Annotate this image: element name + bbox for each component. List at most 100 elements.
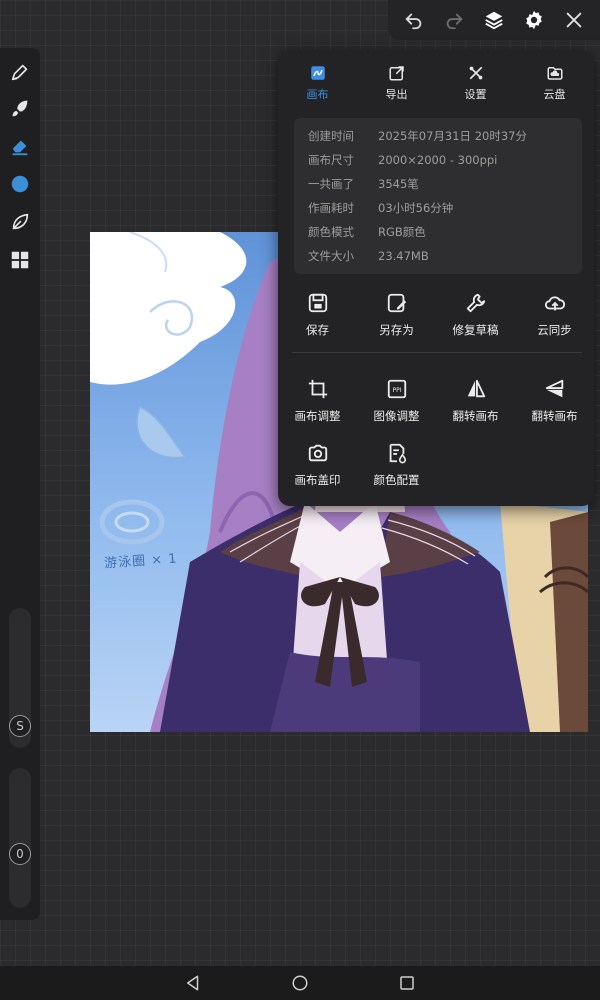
flip-vertical-label: 翻转画布 [531,409,578,423]
smudge-tool[interactable] [6,94,34,122]
leaf-tool[interactable] [6,208,34,236]
tab-export[interactable]: 导出 [357,58,436,108]
action-row-3: 画布盖印 颜色配置 [278,436,594,494]
tab-canvas-label: 画布 [306,88,329,101]
action-row-1: 保存 另存为 修复草稿 云同步 [278,286,594,344]
info-value: 03小时56分钟 [378,201,454,215]
color-profile-label: 颜色配置 [373,473,420,487]
settings-button[interactable] [518,4,550,36]
opacity-label: 0 [16,847,24,861]
close-button[interactable] [558,4,590,36]
panel-divider [292,352,582,353]
save-button[interactable]: 保存 [278,286,357,344]
save-icon [307,292,329,314]
brush-size-label: S [16,719,24,733]
repair-draft-label: 修复草稿 [452,323,499,337]
pen-icon [11,64,28,81]
panel-tabs: 画布 导出 设置 云盘 [278,58,594,108]
image-adjust-button[interactable]: PPI 图像调整 [357,372,436,430]
color-swatch-icon [11,175,29,193]
svg-text:PPI: PPI [392,387,401,394]
tab-cloud-drive-label: 云盘 [543,88,566,101]
gear-icon [526,10,542,30]
top-toolbar [388,0,600,40]
save-label: 保存 [306,323,329,337]
smudge-icon [12,100,28,117]
eraser-tool[interactable] [6,132,34,160]
tab-settings-label: 设置 [464,88,487,101]
gallery-tool[interactable] [6,246,34,274]
undo-icon [405,13,422,30]
save-as-button[interactable]: 另存为 [357,286,436,344]
camera-icon [307,442,329,464]
info-row-created: 创建时间 2025年07月31日 20时37分 [308,124,582,148]
opacity-handle[interactable]: 0 [9,843,31,865]
redo-button[interactable] [438,4,470,36]
color-swatch[interactable] [6,170,34,198]
settings-tools-icon [467,64,485,82]
color-profile-icon [386,442,408,464]
color-profile-button[interactable]: 颜色配置 [357,436,436,494]
flip-horizontal-button[interactable]: 翻转画布 [436,372,515,430]
undo-button[interactable] [398,4,430,36]
canvas-adjust-label: 画布调整 [294,409,341,423]
layers-icon [485,11,503,30]
cloud-sync-label: 云同步 [537,323,572,337]
canvas-info-box: 创建时间 2025年07月31日 20时37分 画布尺寸 2000×2000 -… [294,118,582,274]
info-value: 3545笔 [378,177,419,191]
layers-button[interactable] [478,4,510,36]
info-value: 2025年07月31日 20时37分 [378,129,527,143]
repair-draft-button[interactable]: 修复草稿 [436,286,515,344]
canvas-adjust-button[interactable]: 画布调整 [278,372,357,430]
canvas-stamp-label: 画布盖印 [294,473,341,487]
leaf-icon [12,213,29,230]
info-row-strokes: 一共画了 3545笔 [308,172,582,196]
eraser-icon [12,140,28,156]
tab-export-label: 导出 [385,88,408,101]
flip-horizontal-label: 翻转画布 [452,409,499,423]
close-icon [566,12,582,28]
cloud-sync-icon [544,292,566,314]
info-value: 2000×2000 - 300ppi [378,153,498,167]
info-row-size: 画布尺寸 2000×2000 - 300ppi [308,148,582,172]
tab-cloud-drive[interactable]: 云盘 [515,58,594,108]
info-key: 颜色模式 [308,225,354,239]
action-row-2: 画布调整 PPI 图像调整 翻转画布 翻转画布 [278,372,594,430]
tab-settings[interactable]: 设置 [436,58,515,108]
crop-icon [307,378,329,400]
brush-tool[interactable] [6,58,34,86]
canvas-icon [309,64,327,82]
info-row-duration: 作画耗时 03小时56分钟 [308,196,582,220]
home-icon[interactable] [291,974,309,992]
recents-icon[interactable] [398,974,416,992]
brush-size-handle[interactable]: S [9,715,31,737]
info-key: 一共画了 [308,177,354,191]
info-key: 作画耗时 [308,201,354,215]
flip-vertical-button[interactable]: 翻转画布 [515,372,594,430]
canvas-stamp-button[interactable]: 画布盖印 [278,436,357,494]
info-row-color-mode: 颜色模式 RGB颜色 [308,220,582,244]
info-row-file-size: 文件大小 23.47MB [308,244,582,268]
wrench-icon [465,292,487,314]
ppi-icon: PPI [386,378,408,400]
canvas-menu-panel: 画布 导出 设置 云盘 创建时间 2025年07月31日 20时37分 画布尺寸… [278,50,594,506]
info-key: 文件大小 [308,249,354,263]
flip-horizontal-icon [465,378,487,400]
redo-icon [446,13,463,30]
info-value: RGB颜色 [378,225,426,239]
opacity-slider[interactable] [9,768,31,908]
info-value: 23.47MB [378,249,429,263]
info-key: 创建时间 [308,129,354,143]
grid-icon [11,251,29,269]
export-icon [388,64,406,82]
info-key: 画布尺寸 [308,153,354,167]
save-as-label: 另存为 [379,323,414,337]
system-nav-bar [0,966,600,1000]
tab-canvas[interactable]: 画布 [278,58,357,108]
image-adjust-label: 图像调整 [373,409,420,423]
cloud-drive-icon [546,64,564,82]
left-toolbar: S 0 [0,48,40,920]
flip-vertical-icon [544,378,566,400]
cloud-sync-button[interactable]: 云同步 [515,286,594,344]
back-icon[interactable] [184,974,202,992]
